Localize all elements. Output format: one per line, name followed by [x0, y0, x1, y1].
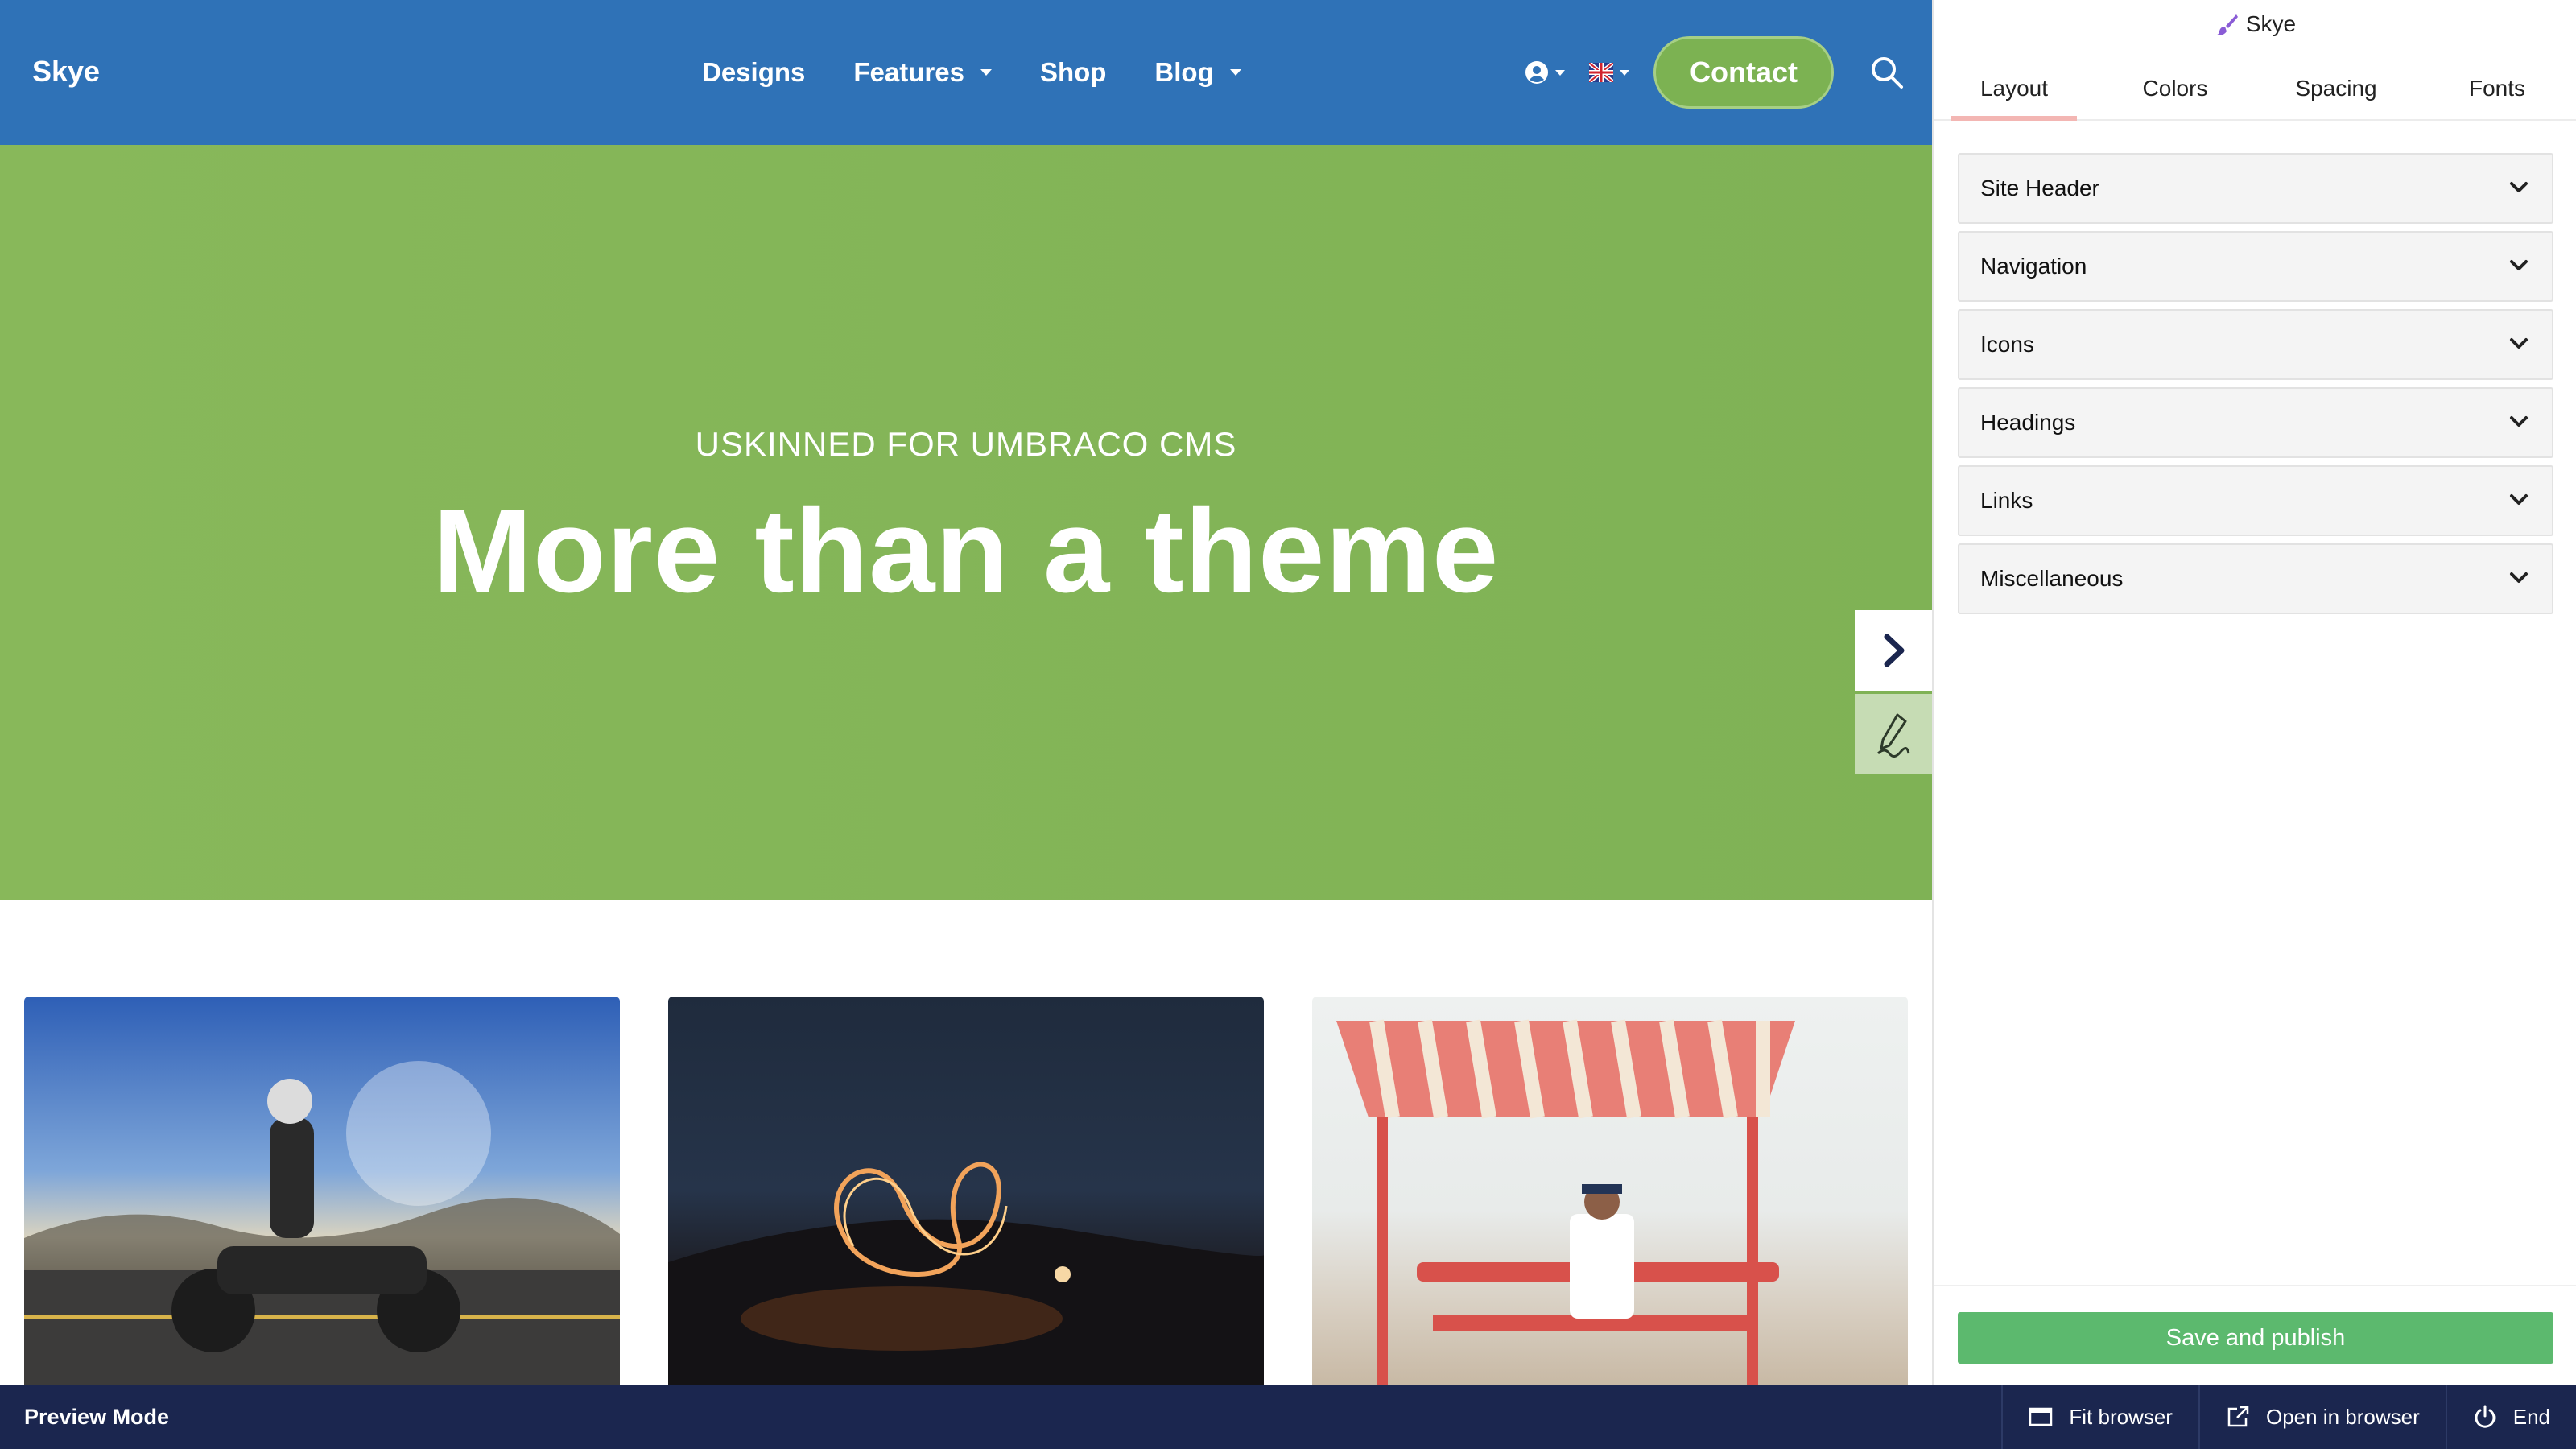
tab-fonts[interactable]: Fonts — [2417, 56, 2576, 121]
preview-bottom-bar: Preview Mode Fit browser Open in browser… — [0, 1385, 2576, 1449]
chevron-down-icon — [2510, 416, 2528, 427]
header-tools: Contact — [1525, 36, 1834, 109]
chevron-down-icon — [2510, 260, 2528, 270]
uk-flag-icon — [1589, 63, 1613, 82]
nav-item-designs[interactable]: Designs — [702, 57, 805, 88]
tab-label: Spacing — [2295, 76, 2377, 101]
hero-subtitle: USKINNED FOR UMBRACO CMS — [695, 425, 1237, 463]
panel-title: Skye — [1934, 11, 2576, 37]
fit-browser-button[interactable]: Fit browser — [2001, 1385, 2198, 1449]
chevron-down-icon — [2510, 338, 2528, 349]
tab-label: Fonts — [2468, 76, 2526, 101]
nav-item-shop[interactable]: Shop — [1040, 57, 1106, 88]
caret-down-icon — [1555, 69, 1565, 76]
caret-down-icon — [1620, 69, 1629, 76]
accordion-label: Links — [1980, 488, 2033, 513]
caret-down-icon — [1229, 69, 1241, 76]
nav-item-label: Shop — [1039, 57, 1107, 87]
nav-item-label: Blog — [1154, 57, 1214, 87]
accordion-label: Site Header — [1980, 175, 2099, 200]
pen-icon — [1876, 713, 1910, 758]
open-in-browser-button[interactable]: Open in browser — [2198, 1385, 2446, 1449]
tab-label: Colors — [2142, 76, 2208, 101]
hero-banner: USKINNED FOR UMBRACO CMS More than a the… — [0, 145, 1932, 900]
site-header: Skye Designs Features Shop Blog Contact — [0, 0, 1932, 145]
save-and-publish-button[interactable]: Save and publish — [1958, 1312, 2553, 1364]
power-icon — [2475, 1405, 2496, 1428]
tab-spacing[interactable]: Spacing — [2256, 56, 2417, 121]
chevron-down-icon — [2510, 572, 2528, 583]
accordion-site-header[interactable]: Site Header — [1958, 153, 2553, 224]
accordion-label: Miscellaneous — [1980, 566, 2124, 591]
open-in-browser-label: Open in browser — [2265, 1404, 2420, 1429]
accordion-links[interactable]: Links — [1958, 465, 2553, 536]
preview-mode-label: Preview Mode — [24, 1405, 170, 1429]
nav-item-features[interactable]: Features — [853, 57, 992, 88]
chevron-right-icon — [1884, 634, 1905, 667]
card-image-motorcycle[interactable] — [24, 997, 620, 1385]
window-icon — [2029, 1407, 2053, 1426]
search-button[interactable] — [1869, 55, 1905, 94]
accordion-miscellaneous[interactable]: Miscellaneous — [1958, 543, 2553, 614]
nav-item-label: Designs — [702, 57, 806, 87]
site-logo[interactable]: Skye — [32, 55, 100, 89]
search-icon — [1872, 57, 1903, 89]
nav-item-label: Features — [853, 57, 964, 87]
bottom-bar-actions: Fit browser Open in browser End — [2001, 1385, 2576, 1449]
edit-mode-button[interactable] — [1855, 694, 1932, 774]
nav-item-blog[interactable]: Blog — [1154, 57, 1241, 88]
tab-layout[interactable]: Layout — [1934, 56, 2095, 121]
fit-browser-label: Fit browser — [2069, 1404, 2173, 1429]
accordion-label: Icons — [1980, 332, 2034, 357]
chevron-down-icon — [2510, 494, 2528, 505]
contact-button[interactable]: Contact — [1653, 36, 1834, 109]
caret-down-icon — [980, 69, 992, 76]
end-preview-button[interactable]: End — [2445, 1385, 2576, 1449]
light-painting-illustration — [668, 1162, 1264, 1385]
card-image-light-painting[interactable] — [668, 997, 1264, 1385]
card-image-beach[interactable] — [1312, 997, 1908, 1385]
tab-label: Layout — [1979, 76, 2049, 101]
chevron-down-icon — [2510, 182, 2528, 192]
paint-brush-icon — [2216, 14, 2238, 35]
panel-footer: Save and publish — [1934, 1285, 2576, 1385]
panel-toggle-button[interactable] — [1855, 610, 1932, 691]
user-menu-button[interactable] — [1525, 60, 1565, 85]
accordion-icons[interactable]: Icons — [1958, 309, 2553, 380]
accordion-label: Navigation — [1980, 254, 2087, 279]
language-menu-button[interactable] — [1589, 63, 1629, 82]
accordion-headings[interactable]: Headings — [1958, 387, 2553, 458]
panel-title-text: Skye — [2245, 11, 2297, 36]
customizer-panel: Skye Layout Colors Spacing Fonts Site He… — [1932, 0, 2576, 1385]
external-link-icon — [2227, 1406, 2249, 1427]
user-circle-icon — [1525, 61, 1548, 84]
tab-colors[interactable]: Colors — [2095, 56, 2256, 121]
hero-title: More than a theme — [432, 485, 1500, 617]
accordion-navigation[interactable]: Navigation — [1958, 231, 2553, 302]
beach-illustration — [1336, 1019, 1795, 1385]
motorcycle-illustration — [24, 1061, 620, 1385]
accordion-label: Headings — [1980, 410, 2076, 435]
site-preview: Skye Designs Features Shop Blog Contact … — [0, 0, 1932, 1385]
end-label: End — [2512, 1404, 2550, 1429]
panel-tabs: Layout Colors Spacing Fonts — [1934, 56, 2576, 121]
main-nav: Designs Features Shop Blog — [702, 53, 1290, 92]
